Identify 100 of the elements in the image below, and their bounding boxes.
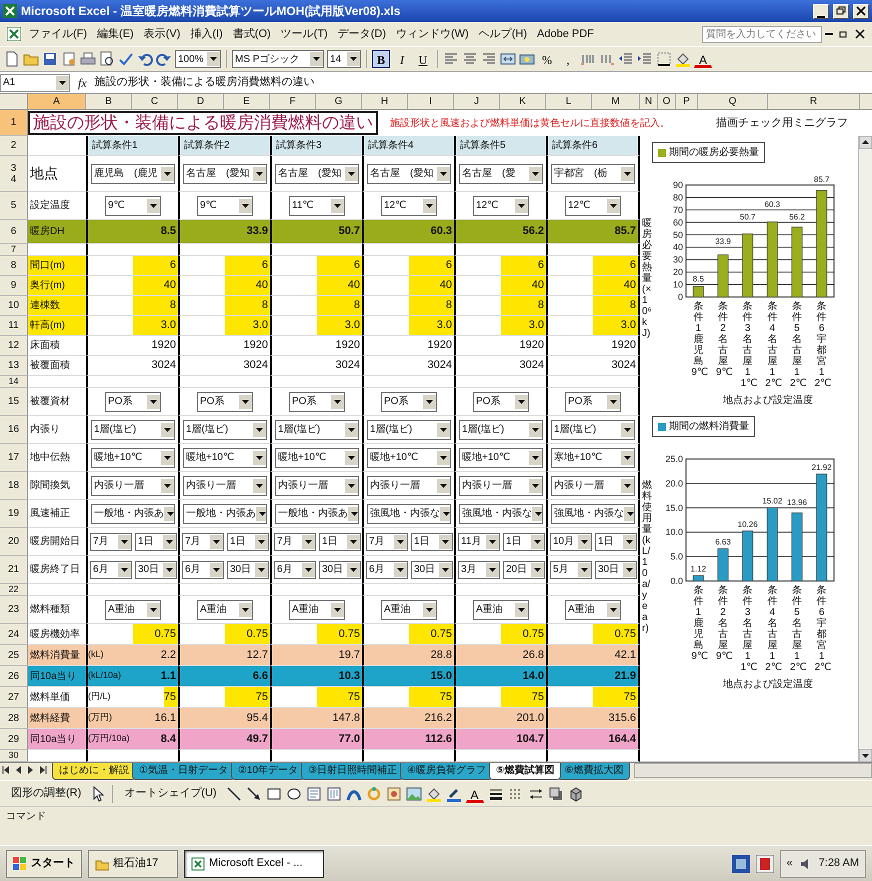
dropdown[interactable]: PO系: [381, 392, 437, 412]
row-header[interactable]: 7: [0, 244, 28, 256]
column-header[interactable]: A: [28, 94, 86, 109]
row-header[interactable]: 14: [0, 376, 28, 388]
percent-button[interactable]: %: [538, 50, 556, 68]
dropdown[interactable]: A重油: [289, 600, 345, 620]
sheet-tab[interactable]: ⑤燃費試算図: [489, 763, 562, 780]
dropdown[interactable]: 宇都宮 (栃: [551, 164, 635, 184]
row-header[interactable]: 15: [0, 388, 28, 416]
column-header[interactable]: G: [316, 94, 362, 109]
dropdown[interactable]: 内張り一層: [183, 476, 267, 496]
font-color-button[interactable]: A: [466, 784, 484, 802]
row-header[interactable]: 2: [0, 136, 28, 156]
month-dropdown[interactable]: 6月: [274, 560, 316, 578]
dropdown[interactable]: 名古屋 (愛知: [183, 164, 267, 184]
month-dropdown[interactable]: 7月: [90, 532, 132, 550]
day-dropdown[interactable]: 30日: [411, 560, 453, 578]
dropdown[interactable]: A重油: [197, 600, 253, 620]
menu-item[interactable]: 挿入(I): [185, 26, 228, 42]
menu-item[interactable]: 編集(E): [92, 26, 139, 42]
zoom-dropdown[interactable]: 100%: [175, 50, 221, 68]
row-header[interactable]: 19: [0, 500, 28, 528]
dropdown[interactable]: PO系: [289, 392, 345, 412]
taskbar-button[interactable]: Microsoft Excel - ...: [184, 850, 324, 878]
dropdown[interactable]: 1層(塩ビ): [91, 420, 175, 440]
dropdown[interactable]: 鹿児島 (鹿児: [91, 164, 175, 184]
dropdown[interactable]: 内張り一層: [367, 476, 451, 496]
expand-tray-button[interactable]: «: [786, 855, 793, 872]
dropdown[interactable]: 1層(塩ビ): [183, 420, 267, 440]
month-dropdown[interactable]: 7月: [366, 532, 408, 550]
taskbar-button[interactable]: 粗石油17: [88, 850, 178, 878]
format-button[interactable]: U: [414, 50, 432, 68]
menu-item[interactable]: 表示(V): [138, 26, 186, 42]
dropdown[interactable]: 一般地・内張あ: [91, 504, 175, 524]
dropdown[interactable]: 内張り一層: [459, 476, 543, 496]
row-header[interactable]: 8: [0, 256, 28, 276]
column-header[interactable]: J: [454, 94, 500, 109]
dropdown[interactable]: PO系: [565, 392, 621, 412]
row-header[interactable]: 27: [0, 687, 28, 708]
dropdown[interactable]: 内張り一層: [91, 476, 175, 496]
day-dropdown[interactable]: 1日: [503, 532, 545, 550]
dropdown[interactable]: PO系: [197, 392, 253, 412]
font-size-dropdown[interactable]: 14: [327, 50, 361, 68]
row-header[interactable]: 6: [0, 220, 28, 244]
row-header[interactable]: 9: [0, 276, 28, 296]
row-header[interactable]: 26: [0, 666, 28, 687]
row-header[interactable]: 17: [0, 444, 28, 472]
help-search-field[interactable]: 質問を入力してください: [702, 26, 822, 42]
row-header[interactable]: 18: [0, 472, 28, 500]
column-header[interactable]: I: [408, 94, 454, 109]
day-dropdown[interactable]: 30日: [135, 560, 177, 578]
name-box[interactable]: A1: [0, 74, 70, 92]
column-header[interactable]: B: [86, 94, 132, 109]
dropdown[interactable]: A重油: [381, 600, 437, 620]
dropdown[interactable]: 強風地・内張な: [551, 504, 635, 524]
menu-item[interactable]: データ(D): [332, 26, 391, 42]
row-header[interactable]: 11: [0, 316, 28, 336]
dropdown[interactable]: 1層(塩ビ): [459, 420, 543, 440]
menu-item[interactable]: ウィンドウ(W): [391, 26, 474, 42]
format-button[interactable]: I: [393, 50, 411, 68]
column-header[interactable]: R: [768, 94, 860, 109]
row-header[interactable]: 30: [0, 750, 28, 762]
dropdown[interactable]: A重油: [473, 600, 529, 620]
dropdown[interactable]: 暖地+10℃: [367, 448, 451, 468]
column-header[interactable]: H: [362, 94, 408, 109]
dropdown[interactable]: 内張り一層: [275, 476, 359, 496]
dropdown[interactable]: 寒地+10℃: [551, 448, 635, 468]
month-dropdown[interactable]: 10月: [550, 532, 592, 550]
day-dropdown[interactable]: 1日: [319, 532, 361, 550]
menu-item[interactable]: ツール(T): [276, 26, 333, 42]
dropdown[interactable]: 12℃: [381, 196, 437, 216]
dropdown[interactable]: 内張り一層: [551, 476, 635, 496]
day-dropdown[interactable]: 30日: [227, 560, 269, 578]
column-header[interactable]: P: [676, 94, 698, 109]
dropdown[interactable]: 強風地・内張な: [367, 504, 451, 524]
row-header[interactable]: 13: [0, 356, 28, 376]
menu-item[interactable]: Adobe PDF: [532, 26, 599, 42]
column-header[interactable]: C: [132, 94, 178, 109]
month-dropdown[interactable]: 5月: [550, 560, 592, 578]
row-number[interactable]: 3: [10, 162, 16, 174]
row-header[interactable]: 23: [0, 596, 28, 624]
dropdown[interactable]: 暖地+10℃: [183, 448, 267, 468]
dropdown[interactable]: 一般地・内張あ: [183, 504, 267, 524]
row-header[interactable]: 21: [0, 556, 28, 584]
column-header[interactable]: Q: [698, 94, 768, 109]
sheet-tab[interactable]: はじめに・解説: [52, 763, 136, 780]
dropdown[interactable]: 強風地・内張な: [459, 504, 543, 524]
dropdown[interactable]: 暖地+10℃: [91, 448, 175, 468]
sheet-tab[interactable]: ⑥燃費拡大図: [557, 763, 630, 780]
day-dropdown[interactable]: 1日: [227, 532, 269, 550]
dropdown[interactable]: 12℃: [565, 196, 621, 216]
dropdown[interactable]: 9℃: [197, 196, 253, 216]
month-dropdown[interactable]: 7月: [274, 532, 316, 550]
font-color-button[interactable]: A: [694, 50, 712, 68]
month-dropdown[interactable]: 11月: [458, 532, 500, 550]
day-dropdown[interactable]: 20日: [503, 560, 545, 578]
font-dropdown[interactable]: MS Pゴシック: [232, 50, 324, 68]
format-button[interactable]: B: [372, 50, 390, 68]
day-dropdown[interactable]: 30日: [319, 560, 361, 578]
column-header[interactable]: N: [640, 94, 658, 109]
